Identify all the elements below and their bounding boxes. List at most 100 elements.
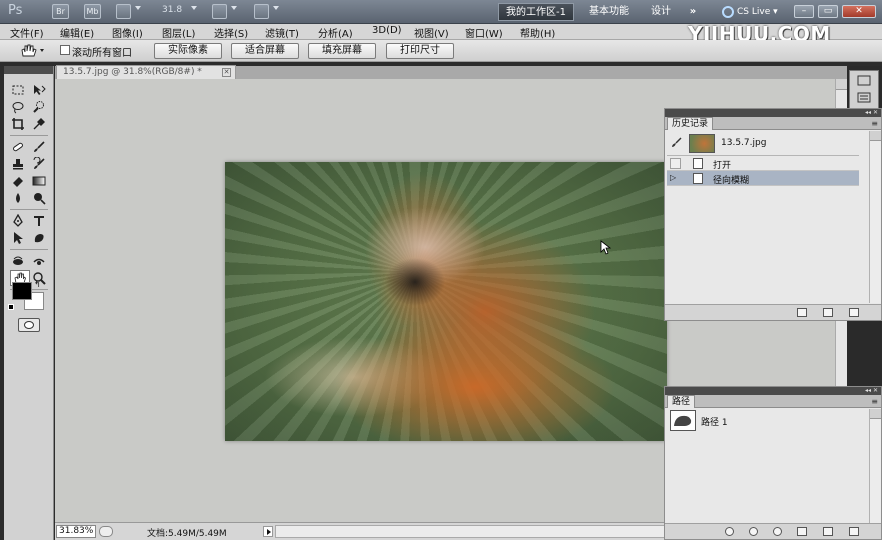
bridge-button[interactable]: Br (52, 4, 69, 19)
menu-select[interactable]: 选择(S) (214, 25, 248, 40)
document-icon (693, 158, 703, 169)
quick-mask-button[interactable] (18, 318, 40, 332)
crop-tool[interactable] (8, 116, 28, 132)
panel-menu-icon[interactable]: ≡ (871, 119, 878, 128)
eraser-tool[interactable] (8, 173, 28, 189)
mouse-pointer-icon (600, 240, 612, 255)
zoom-input[interactable]: 31.83% (56, 525, 96, 538)
gradient-tool[interactable] (29, 173, 49, 189)
toolbox-header[interactable] (4, 66, 53, 74)
workspace-design[interactable]: 设计 (642, 3, 680, 21)
minimize-button[interactable]: – (794, 5, 814, 18)
collapsed-panel-icons[interactable] (849, 70, 879, 110)
view-extras-icon[interactable] (116, 4, 131, 19)
current-state-icon[interactable]: ▷ (670, 173, 681, 184)
new-document-from-state-icon[interactable] (797, 308, 807, 317)
camera-icon[interactable] (823, 308, 833, 317)
fit-screen-button[interactable]: 适合屏幕 (231, 43, 299, 59)
path-label: 路径 1 (701, 418, 728, 428)
chevron-down-icon[interactable] (135, 6, 141, 10)
actual-pixels-button[interactable]: 实际像素 (154, 43, 222, 59)
menu-image[interactable]: 图像(I) (112, 25, 143, 40)
close-document-icon[interactable]: ✕ (222, 68, 231, 77)
scroll-up-arrow[interactable] (836, 79, 847, 90)
paths-scrollbar[interactable] (869, 409, 881, 523)
chevron-down-icon[interactable] (231, 6, 237, 10)
shape-tool[interactable] (29, 230, 49, 246)
menu-filter[interactable]: 滤镜(T) (265, 25, 299, 40)
3d-camera-tool[interactable] (29, 253, 49, 269)
fill-path-icon[interactable] (725, 527, 734, 536)
history-source-box[interactable] (670, 158, 681, 169)
clone-stamp-tool[interactable] (8, 156, 28, 172)
status-info-icon[interactable] (99, 526, 113, 537)
menu-file[interactable]: 文件(F) (10, 25, 44, 40)
chevron-down-icon[interactable] (191, 6, 197, 10)
3d-rotate-tool[interactable] (8, 253, 28, 269)
print-size-button[interactable]: 打印尺寸 (386, 43, 454, 59)
history-snapshot[interactable]: 13.5.7.jpg (667, 132, 859, 156)
document-tab[interactable]: 13.5.7.jpg @ 31.8%(RGB/8#) * ✕ (56, 65, 236, 79)
foreground-color-swatch[interactable] (12, 282, 32, 300)
blur-tool[interactable] (8, 190, 28, 206)
menu-help[interactable]: 帮助(H) (520, 25, 555, 40)
menu-analysis[interactable]: 分析(A) (318, 25, 353, 40)
panel-header[interactable]: ◂◂ ✕ (665, 387, 881, 395)
dodge-tool[interactable] (29, 190, 49, 206)
stroke-path-icon[interactable] (749, 527, 758, 536)
new-path-icon[interactable] (823, 527, 833, 536)
scroll-up-arrow[interactable] (870, 131, 881, 141)
workspace-more-button[interactable]: » (684, 3, 702, 21)
arrange-documents-icon[interactable] (212, 4, 227, 19)
scroll-all-windows-checkbox[interactable] (60, 45, 70, 55)
history-brush-tool[interactable] (29, 156, 49, 172)
path-selection-tool[interactable] (8, 230, 28, 246)
marquee-tool[interactable] (8, 82, 28, 98)
history-scrollbar[interactable] (869, 131, 881, 303)
menu-edit[interactable]: 编辑(E) (60, 25, 94, 40)
default-colors-icon[interactable] (8, 304, 14, 310)
brush-tool[interactable] (29, 139, 49, 155)
type-tool[interactable] (29, 213, 49, 229)
zoom-level-readout[interactable]: 31.8 (162, 5, 182, 15)
quick-selection-tool[interactable] (29, 99, 49, 115)
swap-colors-icon[interactable]: ↰ (34, 280, 41, 289)
chevron-down-icon[interactable] (273, 6, 279, 10)
screen-mode-icon[interactable] (254, 4, 269, 19)
tab-history[interactable]: 历史记录 (667, 117, 714, 130)
history-step[interactable]: ▷ 径向模糊 (667, 171, 859, 186)
status-menu-button[interactable] (263, 526, 273, 537)
trash-icon[interactable] (849, 527, 859, 536)
menu-view[interactable]: 视图(V) (414, 25, 449, 40)
pen-tool[interactable] (8, 213, 28, 229)
workspace-essentials[interactable]: 基本功能 (584, 3, 634, 21)
eyedropper-tool[interactable] (29, 116, 49, 132)
move-tool[interactable] (29, 82, 49, 98)
workspace-my-workspace[interactable]: 我的工作区-1 (498, 3, 574, 21)
move-icon (34, 85, 46, 95)
tool-preset-picker[interactable] (18, 42, 46, 59)
image-canvas[interactable] (225, 162, 667, 441)
menu-3d[interactable]: 3D(D) (372, 25, 402, 36)
restore-button[interactable]: ▭ (818, 5, 838, 18)
menu-layer[interactable]: 图层(L) (162, 25, 195, 40)
history-step[interactable]: 打开 (667, 156, 859, 171)
history-brush-source-icon[interactable] (671, 137, 683, 149)
collapse-icon[interactable]: ◂◂ ✕ (865, 110, 878, 116)
lasso-tool[interactable] (8, 99, 28, 115)
cs-live-button[interactable]: CS Live ▾ (722, 4, 778, 20)
healing-brush-tool[interactable] (8, 139, 28, 155)
path-item[interactable]: 路径 1 (667, 409, 867, 433)
make-work-path-icon[interactable] (797, 527, 807, 536)
mini-bridge-button[interactable]: Mb (84, 4, 101, 19)
panel-menu-icon[interactable]: ≡ (871, 397, 878, 406)
panel-header[interactable]: ◂◂ ✕ (665, 109, 881, 117)
load-path-as-selection-icon[interactable] (773, 527, 782, 536)
fill-screen-button[interactable]: 填充屏幕 (308, 43, 376, 59)
close-button[interactable]: ✕ (842, 5, 876, 18)
collapse-icon[interactable]: ◂◂ ✕ (865, 388, 878, 394)
trash-icon[interactable] (849, 308, 859, 317)
scroll-up-arrow[interactable] (870, 409, 881, 419)
menu-window[interactable]: 窗口(W) (465, 25, 503, 40)
tab-paths[interactable]: 路径 (667, 395, 696, 408)
